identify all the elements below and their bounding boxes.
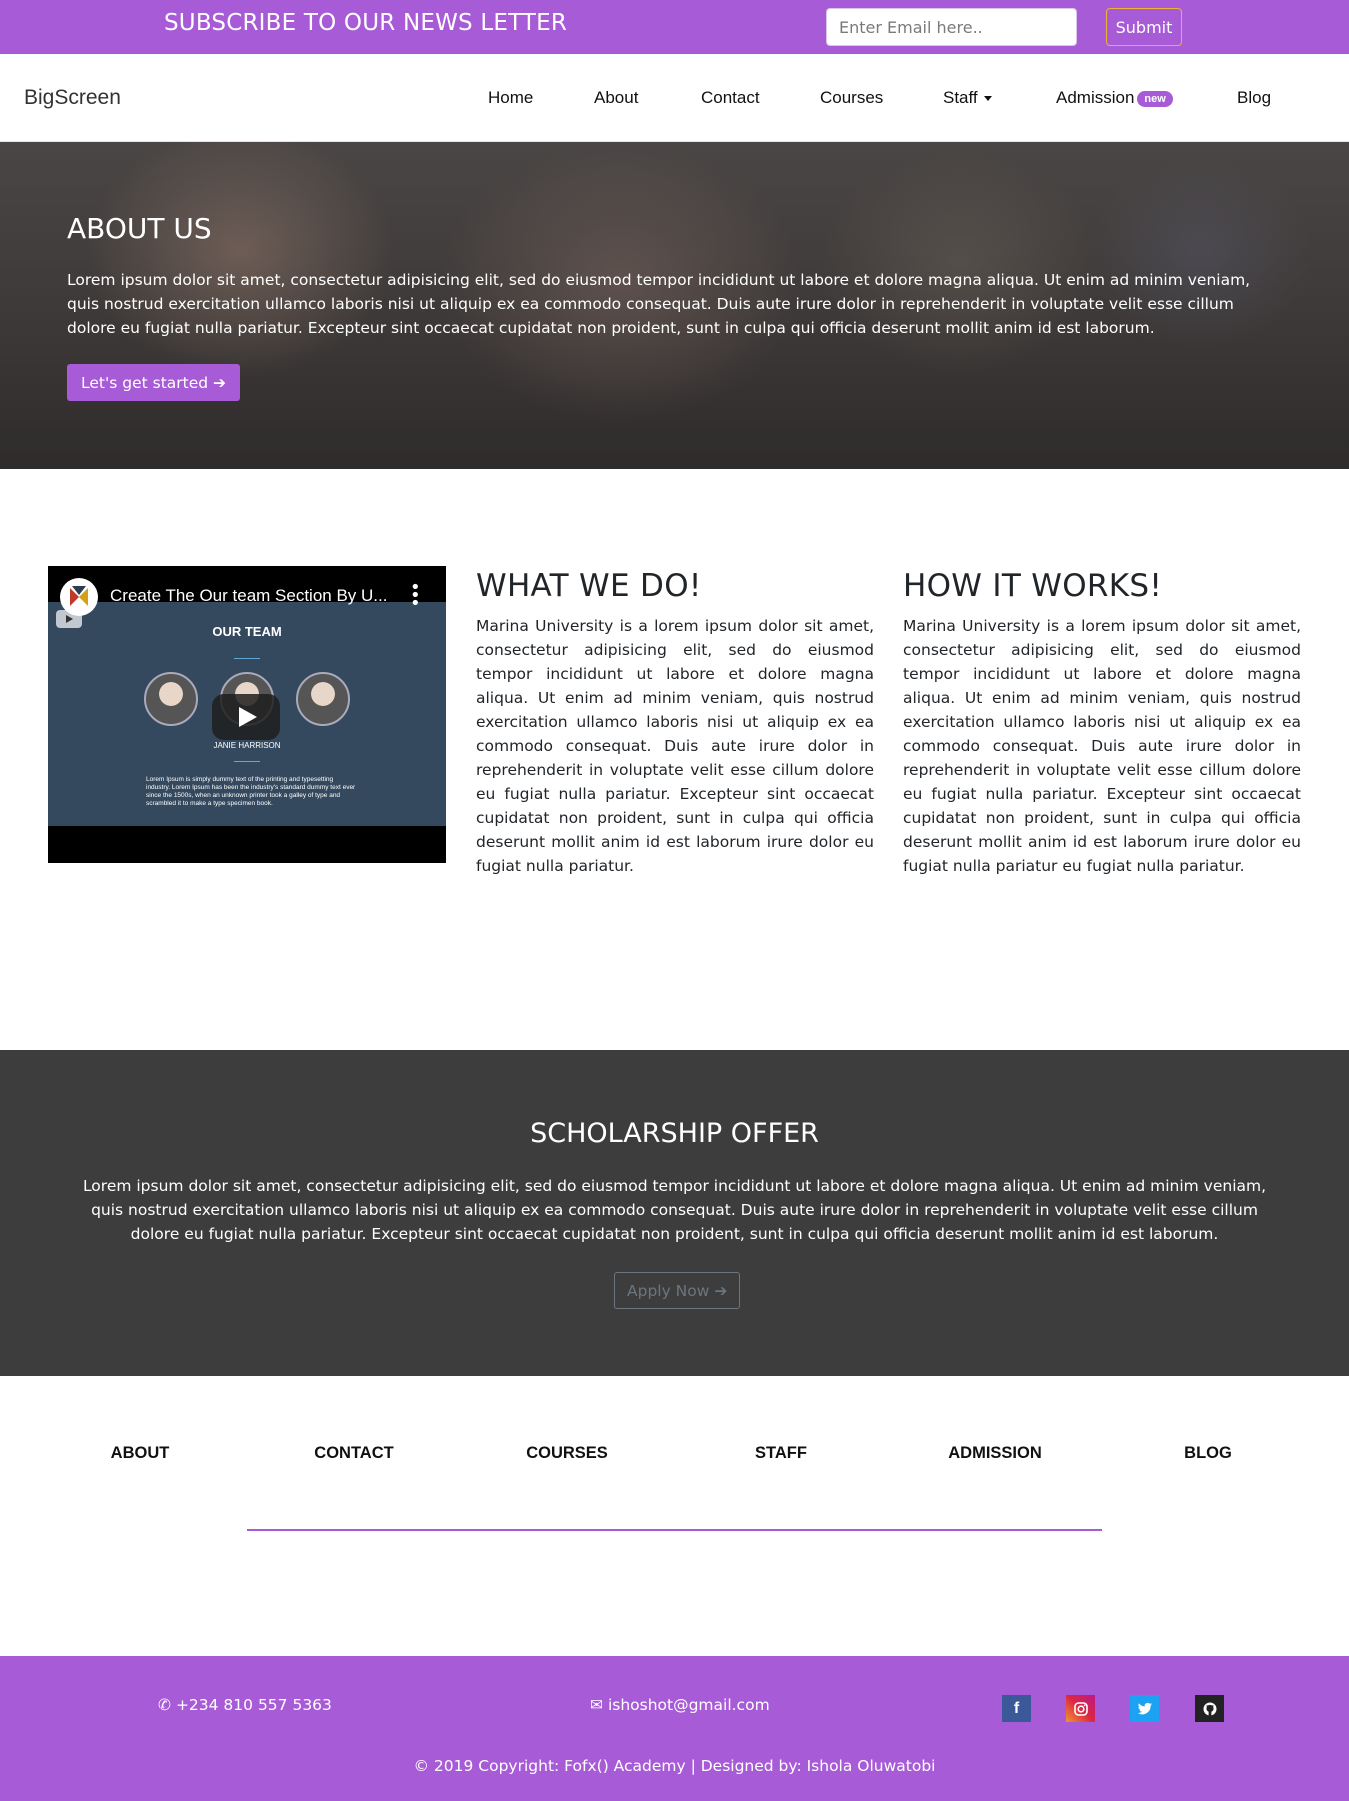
nav-label-contact: Contact: [701, 88, 760, 107]
hero-banner: ABOUT US Lorem ipsum dolor sit amet, con…: [0, 142, 1349, 469]
team-member-avatar: [296, 672, 350, 726]
how-it-works-text: Marina University is a lorem ipsum dolor…: [903, 617, 1301, 875]
nav-item-admission[interactable]: Admission new: [1056, 88, 1173, 108]
newsletter-bar: SUBSCRIBE TO OUR NEWS LETTER Submit: [0, 0, 1349, 54]
slide-heading: OUR TEAM: [212, 624, 282, 639]
more-options-icon[interactable]: • • •: [410, 579, 421, 613]
submit-button[interactable]: Submit: [1106, 8, 1182, 46]
scholarship-text: Lorem ipsum dolor sit amet, consectetur …: [82, 1177, 1267, 1243]
envelope-icon: ✉: [590, 1696, 603, 1714]
video-player[interactable]: Create The Our team Section By U... • • • …: [48, 566, 446, 863]
nav-item-staff-dropdown[interactable]: Staff: [943, 88, 992, 108]
get-started-button[interactable]: Let's get started ➔: [67, 364, 241, 401]
arrow-right-icon: ➔: [714, 1281, 728, 1300]
nav-item-contact[interactable]: Contact: [701, 88, 760, 108]
nav-label-courses: Courses: [820, 88, 884, 107]
hero-title: ABOUT US: [67, 212, 212, 245]
slide-divider: [234, 761, 260, 762]
hero-text: Lorem ipsum dolor sit amet, consectetur …: [67, 271, 1251, 337]
brand-logo[interactable]: BigScreen: [24, 86, 121, 110]
what-we-do-section: WHAT WE DO! Marina University is a lorem…: [476, 566, 874, 878]
team-member-name: JANIE HARRISON: [213, 741, 281, 750]
newsletter-title: SUBSCRIBE TO OUR NEWS LETTER: [164, 10, 568, 36]
nav-label-admission: Admission: [1056, 88, 1135, 107]
team-member-avatar: [144, 672, 198, 726]
video-title[interactable]: Create The Our team Section By U...: [110, 586, 387, 606]
apply-now-label: Apply Now: [627, 1281, 710, 1300]
copyright-text: © 2019 Copyright: Fofx() Academy | Desig…: [413, 1757, 936, 1775]
nav-item-home[interactable]: Home: [488, 88, 533, 108]
scholarship-title: SCHOLARSHIP OFFER: [530, 1118, 819, 1149]
nav-label-about: About: [594, 88, 639, 107]
play-button-icon[interactable]: [212, 694, 280, 740]
instagram-icon[interactable]: [1066, 1695, 1095, 1722]
phone-contact: ✆ +234 810 557 5363: [158, 1696, 332, 1714]
caret-down-icon: [983, 96, 992, 102]
nav-label-home: Home: [488, 88, 534, 107]
email-contact[interactable]: ✉ ishoshot@gmail.com: [590, 1696, 770, 1714]
scholarship-section: SCHOLARSHIP OFFER Lorem ipsum dolor sit …: [0, 1050, 1349, 1376]
phone-icon: ✆: [158, 1696, 171, 1714]
email-input[interactable]: [826, 8, 1077, 46]
github-icon[interactable]: [1195, 1695, 1224, 1722]
what-we-do-title: WHAT WE DO!: [476, 568, 702, 604]
slide-divider: [234, 658, 260, 659]
footer-link-contact[interactable]: CONTACT: [314, 1444, 393, 1463]
footer-divider: [247, 1529, 1102, 1531]
site-footer: ✆ +234 810 557 5363 ✉ ishoshot@gmail.com…: [0, 1656, 1349, 1801]
how-it-works-section: HOW IT WORKS! Marina University is a lor…: [903, 566, 1301, 878]
footer-link-admission[interactable]: ADMISSION: [948, 1444, 1042, 1463]
arrow-right-icon: ➔: [213, 373, 227, 392]
nav-item-blog[interactable]: Blog: [1237, 88, 1271, 108]
how-it-works-title: HOW IT WORKS!: [903, 568, 1163, 604]
new-badge: new: [1137, 90, 1173, 107]
main-navbar: BigScreen Home About Contact Courses Sta…: [0, 54, 1349, 142]
twitter-icon[interactable]: [1130, 1695, 1159, 1722]
nav-item-about[interactable]: About: [594, 88, 638, 108]
get-started-label: Let's get started: [81, 373, 209, 392]
email-address: ishoshot@gmail.com: [607, 1696, 770, 1714]
footer-link-blog[interactable]: BLOG: [1184, 1444, 1232, 1463]
nav-item-courses[interactable]: Courses: [820, 88, 883, 108]
footer-link-about[interactable]: ABOUT: [111, 1444, 170, 1463]
facebook-icon[interactable]: f: [1002, 1695, 1031, 1722]
slide-text: Lorem Ipsum is simply dummy text of the …: [146, 776, 356, 807]
footer-link-staff[interactable]: STAFF: [755, 1444, 807, 1463]
what-we-do-text: Marina University is a lorem ipsum dolor…: [476, 617, 874, 875]
nav-label-staff: Staff: [943, 88, 978, 107]
footer-link-courses[interactable]: COURSES: [526, 1444, 608, 1463]
nav-label-blog: Blog: [1237, 88, 1272, 107]
apply-now-button[interactable]: Apply Now ➔: [614, 1272, 741, 1309]
phone-number: +234 810 557 5363: [175, 1696, 332, 1714]
